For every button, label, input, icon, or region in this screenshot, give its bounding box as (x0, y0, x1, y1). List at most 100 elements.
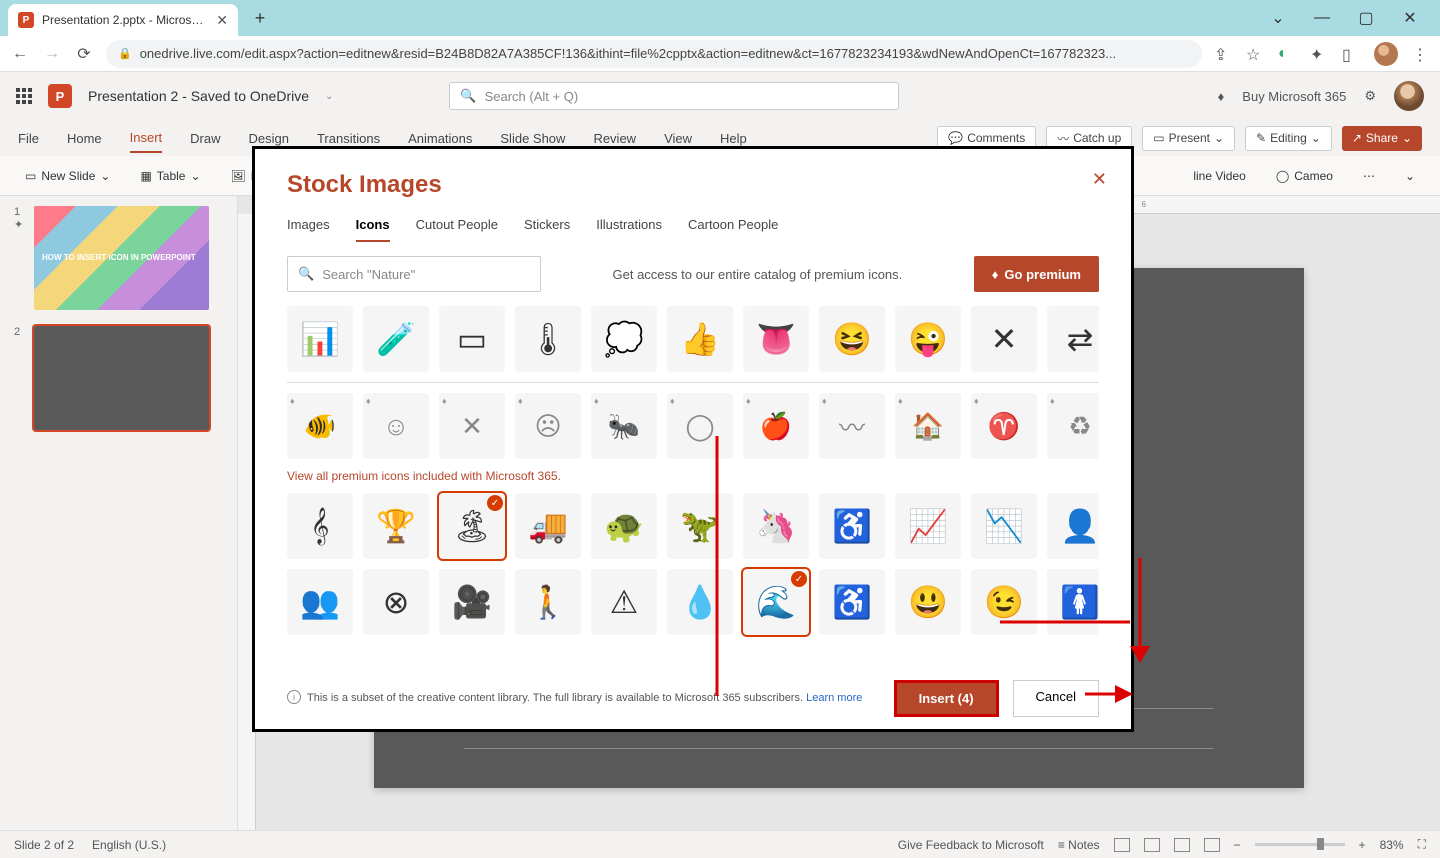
icon-recycle[interactable]: ♻ (1047, 393, 1099, 459)
url-field[interactable]: 🔒 onedrive.live.com/edit.aspx?action=edi… (106, 40, 1202, 68)
icon-arrows-swap[interactable]: ⇄ (1047, 306, 1099, 372)
icon-laughing-face[interactable]: 😆 (819, 306, 885, 372)
icon-thought-cloud[interactable]: 💭 (591, 306, 657, 372)
document-title[interactable]: Presentation 2 - Saved to OneDrive (88, 88, 309, 104)
app-launcher-icon[interactable] (16, 88, 32, 104)
icon-video-camera[interactable]: 🎥 (439, 569, 505, 635)
browser-tab[interactable]: P Presentation 2.pptx - Microsoft P ✕ (8, 4, 238, 36)
icon-aperture[interactable]: ◯ (667, 393, 733, 459)
tab-illustrations[interactable]: Illustrations (596, 217, 662, 242)
profile-avatar-icon[interactable] (1374, 42, 1398, 66)
icon-ant[interactable]: 🐜 (591, 393, 657, 459)
slide-thumbnail-1[interactable]: HOW TO INSERT ICON IN POWERPOINT (34, 206, 209, 310)
icon-trophy[interactable]: 🏆 (363, 493, 429, 559)
zoom-slider[interactable] (1255, 843, 1345, 846)
icon-winking-face[interactable]: 😜 (895, 306, 961, 372)
icon-accessibility-pair[interactable]: ♿ (819, 493, 885, 559)
more-icon[interactable]: ⋯ (1356, 165, 1382, 187)
icon-thermometer[interactable]: 🌡 (515, 306, 581, 372)
go-premium-button[interactable]: ♦ Go premium (974, 256, 1099, 292)
cameo-button[interactable]: ◯ Cameo (1269, 165, 1340, 187)
icon-line-chart-up[interactable]: 📈 (895, 493, 961, 559)
tab-cartoon-people[interactable]: Cartoon People (688, 217, 778, 242)
icon-user-silhouette[interactable]: 👤 (1047, 493, 1099, 559)
insert-button[interactable]: Insert (4) (894, 680, 999, 717)
icon-walking[interactable]: 🚶 (515, 569, 581, 635)
tab-images[interactable]: Images (287, 217, 330, 242)
icon-venn[interactable]: ⊗ (363, 569, 429, 635)
slideshow-view-icon[interactable] (1204, 838, 1220, 852)
dialog-close-icon[interactable]: ✕ (1092, 169, 1107, 190)
extension-icon[interactable]: ◐ (1278, 45, 1296, 63)
icon-house-stats[interactable]: 🏠 (895, 393, 961, 459)
menu-dots-icon[interactable]: ⋮ (1412, 45, 1430, 63)
chevron-down-icon[interactable]: ⌄ (1266, 6, 1290, 30)
close-icon[interactable]: ✕ (1398, 6, 1422, 30)
tab-draw[interactable]: Draw (190, 125, 220, 152)
zoom-level[interactable]: 83% (1380, 838, 1404, 852)
reading-view-icon[interactable] (1174, 838, 1190, 852)
tab-stickers[interactable]: Stickers (524, 217, 570, 242)
icon-treble-clef[interactable]: 𝄞 (287, 493, 353, 559)
slide-thumbnail-2[interactable] (34, 326, 209, 430)
icon-aries[interactable]: ♈ (971, 393, 1037, 459)
new-slide-button[interactable]: ▭ New Slide ⌄ (18, 165, 117, 187)
fit-to-window-icon[interactable]: ⛶ (1418, 837, 1426, 852)
tab-cutout-people[interactable]: Cutout People (416, 217, 498, 242)
icon-turtle[interactable]: 🐢 (591, 493, 657, 559)
icon-water-drop[interactable]: 💧 (667, 569, 733, 635)
present-button[interactable]: ▭ Present ⌄ (1142, 126, 1235, 151)
icon-wheelchair[interactable]: ♿ (819, 569, 885, 635)
maximize-icon[interactable]: ▢ (1354, 6, 1378, 30)
feedback-link[interactable]: Give Feedback to Microsoft (898, 838, 1044, 852)
icon-apple[interactable]: 🍎 (743, 393, 809, 459)
star-icon[interactable]: ☆ (1246, 45, 1264, 63)
icon-presentation-board[interactable]: 📊 (287, 306, 353, 372)
buy-microsoft-link[interactable]: Buy Microsoft 365 (1242, 89, 1346, 104)
puzzle-icon[interactable]: ✦ (1310, 45, 1328, 63)
settings-gear-icon[interactable]: ⚙ (1364, 88, 1376, 104)
icon-unicorn[interactable]: 🦄 (743, 493, 809, 559)
sorter-view-icon[interactable] (1144, 838, 1160, 852)
cancel-button[interactable]: Cancel (1013, 680, 1099, 717)
reload-icon[interactable]: ⟳ (74, 44, 94, 64)
zoom-in-icon[interactable]: + (1359, 838, 1366, 852)
icon-angel-face[interactable]: ☺ (363, 393, 429, 459)
icon-angry-face[interactable]: ☹ (515, 393, 581, 459)
online-video-button[interactable]: line Video (1186, 165, 1253, 187)
powerpoint-logo-icon[interactable]: P (48, 84, 72, 108)
tab-insert[interactable]: Insert (130, 124, 163, 153)
tab-close-icon[interactable]: ✕ (216, 12, 228, 29)
user-avatar-icon[interactable] (1394, 81, 1424, 111)
search-box[interactable]: 🔍 Search (Alt + Q) (449, 82, 899, 110)
icon-thumbs-up[interactable]: 👍 (667, 306, 733, 372)
share-button[interactable]: ↗ Share ⌄ (1342, 126, 1422, 151)
icon-users-group[interactable]: 👥 (287, 569, 353, 635)
tab-home[interactable]: Home (67, 125, 102, 152)
icon-tongue[interactable]: 👅 (743, 306, 809, 372)
icon-grin-face[interactable]: 😃 (895, 569, 961, 635)
table-button[interactable]: ▦ Table ⌄ (133, 165, 207, 187)
language-indicator[interactable]: English (U.S.) (92, 838, 166, 852)
icon-t-rex[interactable]: 🦖 (667, 493, 733, 559)
editing-button[interactable]: ✎ Editing ⌄ (1245, 126, 1332, 151)
zoom-out-icon[interactable]: − (1234, 838, 1241, 852)
minimize-icon[interactable]: — (1310, 6, 1334, 30)
collapse-ribbon-icon[interactable]: ⌄ (1398, 165, 1422, 187)
forward-icon[interactable]: → (42, 44, 62, 64)
tab-icons[interactable]: Icons (356, 217, 390, 242)
icon-tropical-island[interactable]: 🏝✓ (439, 493, 505, 559)
icon-tools-cross[interactable]: ✕ (971, 306, 1037, 372)
icon-classroom[interactable]: ▭ (439, 306, 505, 372)
icon-search-input[interactable]: 🔍 Search "Nature" (287, 256, 541, 292)
icon-waves-icon[interactable]: 〰 (819, 393, 885, 459)
icon-warning-triangle[interactable]: ⚠ (591, 569, 657, 635)
learn-more-link[interactable]: Learn more (806, 692, 862, 704)
icon-test-tubes[interactable]: 🧪 (363, 306, 429, 372)
icon-frustrated[interactable]: ✕ (439, 393, 505, 459)
notes-button[interactable]: ≡ Notes (1058, 838, 1100, 852)
new-tab-button[interactable]: + (246, 4, 274, 32)
tab-file[interactable]: File (18, 125, 39, 152)
icon-clownfish[interactable]: 🐠 (287, 393, 353, 459)
share-url-icon[interactable]: ⇪ (1214, 45, 1232, 63)
